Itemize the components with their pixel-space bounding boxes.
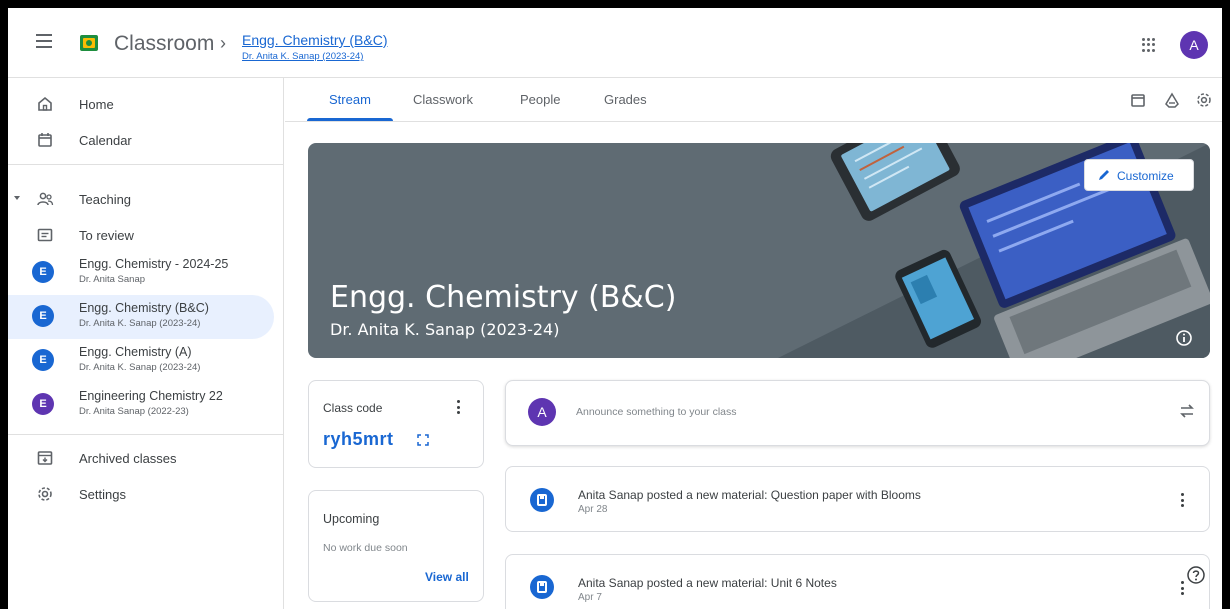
class-code-value[interactable]: ryh5mrt (323, 429, 394, 450)
help-icon[interactable] (1186, 565, 1206, 585)
class-avatar: E (32, 305, 54, 327)
calendar-icon[interactable] (1129, 91, 1147, 109)
fullscreen-icon[interactable] (417, 434, 429, 446)
announce-placeholder[interactable]: Announce something to your class (576, 406, 737, 418)
pencil-icon (1099, 170, 1109, 180)
banner-class-subtitle: Dr. Anita K. Sanap (2023-24) (330, 320, 560, 339)
breadcrumb-class-title[interactable]: Engg. Chemistry (B&C) (242, 32, 387, 48)
class-banner: Engg. Chemistry (B&C) Dr. Anita K. Sanap… (308, 143, 1210, 358)
stream-post[interactable]: Anita Sanap posted a new material: Quest… (505, 466, 1210, 532)
sidebar-class-item[interactable]: E Engg. Chemistry (A) Dr. Anita K. Sanap… (8, 339, 274, 383)
more-options-icon[interactable] (457, 400, 461, 416)
sidebar-item-teaching[interactable]: Teaching (8, 181, 274, 217)
sidebar-item-archived[interactable]: Archived classes (8, 440, 274, 476)
account-avatar[interactable]: A (1180, 31, 1208, 59)
announce-box[interactable]: A Announce something to your class (505, 380, 1210, 446)
class-item-subtitle: Dr. Anita K. Sanap (2023-24) (79, 318, 201, 329)
sidebar-item-label: Home (79, 97, 114, 112)
sidebar-item-label: Calendar (79, 133, 132, 148)
class-avatar: E (32, 393, 54, 415)
sidebar-item-home[interactable]: Home (8, 86, 274, 122)
class-item-title: Engineering Chemistry 22 (79, 389, 223, 403)
sidebar-divider (8, 434, 284, 435)
breadcrumb-class-subtitle[interactable]: Dr. Anita K. Sanap (2023-24) (242, 51, 363, 62)
app-title[interactable]: Classroom (114, 32, 214, 56)
upcoming-card: Upcoming No work due soon View all (308, 490, 484, 602)
stream-post[interactable]: Anita Sanap posted a new material: Unit … (505, 554, 1210, 609)
tab-grades[interactable]: Grades (604, 92, 647, 107)
class-avatar: E (32, 349, 54, 371)
breadcrumb-separator-icon: › (220, 33, 226, 53)
class-code-card: Class code ryh5mrt (308, 380, 484, 468)
sidebar-class-item-active[interactable]: E Engg. Chemistry (B&C) Dr. Anita K. San… (8, 295, 274, 339)
sidebar: Home Calendar Teaching To review E Engg.… (8, 78, 284, 609)
class-settings-gear-icon[interactable] (1195, 91, 1213, 109)
sidebar-item-label: To review (79, 228, 134, 243)
sidebar-item-to-review[interactable]: To review (8, 217, 274, 253)
sidebar-class-item[interactable]: E Engg. Chemistry - 2024-25 Dr. Anita Sa… (8, 251, 274, 295)
sidebar-item-label: Archived classes (79, 451, 177, 466)
class-item-subtitle: Dr. Anita Sanap (2022-23) (79, 406, 189, 417)
class-item-title: Engg. Chemistry (A) (79, 345, 192, 359)
repost-icon[interactable] (1178, 402, 1196, 420)
class-code-label: Class code (323, 401, 383, 415)
sidebar-item-calendar[interactable]: Calendar (8, 122, 274, 158)
customize-button[interactable]: Customize (1084, 159, 1194, 191)
customize-label: Customize (1117, 169, 1174, 183)
tab-stream[interactable]: Stream (329, 92, 371, 107)
people-icon (37, 192, 54, 206)
class-item-title: Engg. Chemistry (B&C) (79, 301, 209, 315)
sidebar-item-settings[interactable]: Settings (8, 476, 274, 512)
class-tabs: Stream Classwork People Grades (285, 78, 1222, 122)
user-avatar: A (528, 398, 556, 426)
post-title[interactable]: Anita Sanap posted a new material: Unit … (578, 576, 837, 590)
classroom-window: Classroom › Engg. Chemistry (B&C) Dr. An… (8, 8, 1222, 609)
calendar-icon (38, 133, 52, 147)
tab-people[interactable]: People (520, 92, 560, 107)
upcoming-title: Upcoming (323, 512, 380, 526)
sidebar-item-label: Teaching (79, 192, 132, 207)
more-options-icon[interactable] (1181, 493, 1185, 509)
class-item-subtitle: Dr. Anita K. Sanap (2023-24) (79, 362, 201, 373)
class-item-subtitle: Dr. Anita Sanap (79, 274, 146, 285)
class-item-title: Engg. Chemistry - 2024-25 (79, 257, 229, 271)
expand-caret-icon[interactable] (14, 196, 20, 200)
post-title[interactable]: Anita Sanap posted a new material: Quest… (578, 488, 921, 502)
sidebar-class-item[interactable]: E Engineering Chemistry 22 Dr. Anita San… (8, 383, 274, 427)
tab-classwork[interactable]: Classwork (413, 92, 473, 107)
sidebar-item-label: Settings (79, 487, 126, 502)
classroom-logo-icon[interactable] (80, 35, 98, 51)
sidebar-divider (8, 164, 284, 165)
material-icon (530, 575, 554, 599)
material-icon (530, 488, 554, 512)
active-tab-indicator (307, 118, 393, 121)
banner-class-title: Engg. Chemistry (B&C) (330, 280, 677, 315)
review-folder-icon (37, 228, 53, 242)
drive-folder-icon[interactable] (1163, 91, 1181, 109)
post-date: Apr 7 (578, 592, 602, 603)
post-date: Apr 28 (578, 504, 608, 515)
main-menu-icon[interactable] (36, 34, 52, 48)
upcoming-empty-text: No work due soon (323, 542, 408, 554)
google-apps-icon[interactable] (1142, 38, 1156, 52)
class-avatar: E (32, 261, 54, 283)
gear-icon (38, 487, 52, 501)
info-icon[interactable] (1175, 329, 1193, 347)
top-bar: Classroom › Engg. Chemistry (B&C) Dr. An… (8, 8, 1222, 78)
view-all-link[interactable]: View all (425, 570, 469, 584)
more-options-icon[interactable] (1181, 581, 1185, 597)
archive-icon (37, 451, 53, 465)
home-icon (38, 96, 52, 111)
